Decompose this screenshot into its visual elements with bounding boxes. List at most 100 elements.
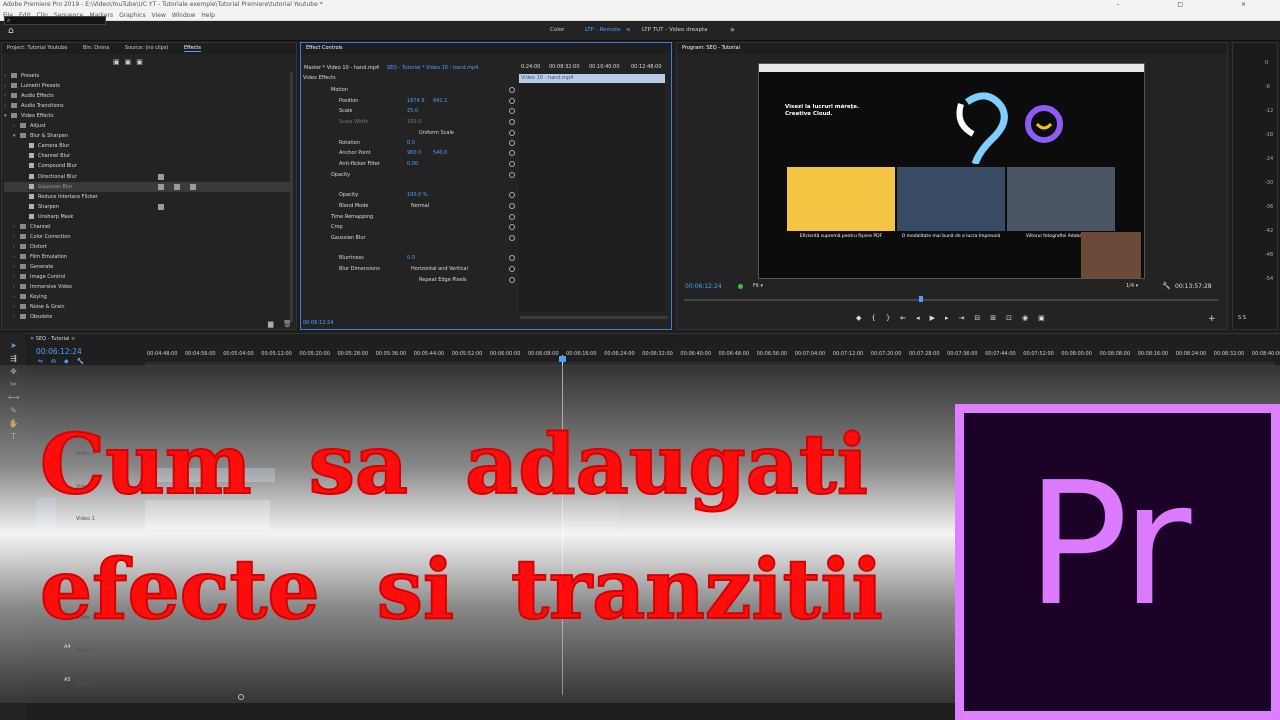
tab-effect-controls[interactable]: Effect Controls xyxy=(306,45,343,51)
effect-property-row[interactable]: Anti-flicker Filter 0.00 xyxy=(303,159,517,169)
chevron-right-icon[interactable]: › xyxy=(13,242,20,252)
reset-icon[interactable] xyxy=(509,277,515,283)
effects-folder[interactable]: › Color Correction xyxy=(4,232,290,242)
reset-icon[interactable] xyxy=(509,98,515,104)
effect-property-row[interactable]: Crop xyxy=(303,222,517,232)
program-timecode[interactable]: 00:06:12:24 xyxy=(685,283,722,290)
property-value[interactable]: Horizontal and Vertical xyxy=(411,264,468,274)
effects-folder[interactable]: › Noise & Grain xyxy=(4,302,290,312)
tab-bin[interactable]: Bin: Drona xyxy=(83,45,109,51)
property-value[interactable]: 960.0 xyxy=(407,148,421,158)
reset-icon[interactable] xyxy=(509,87,515,93)
sequence-clip-label[interactable]: SEQ - Tutorial * Video 10 - hand.mp4 xyxy=(387,65,479,71)
effects-item[interactable]: Gaussian Blur xyxy=(4,181,290,192)
effects-folder[interactable]: › Presets xyxy=(4,71,290,81)
chevron-right-icon[interactable]: › xyxy=(4,101,11,111)
effect-controls-keyframe-area[interactable] xyxy=(519,84,665,312)
effect-property-row[interactable]: Scale Width 100.0 xyxy=(303,117,517,127)
effect-controls-ruler[interactable]: 0:24:00 00:08:32:00 00:10:40:00 00:12:48… xyxy=(519,64,665,73)
workspace-ltp-tut[interactable]: LTP TUT - Video dreapta xyxy=(642,27,708,33)
effects-item[interactable]: Unsharp Mask xyxy=(4,212,290,222)
chevron-down-icon[interactable]: ▾ xyxy=(13,131,20,141)
reset-icon[interactable] xyxy=(509,172,515,178)
scrollbar-handle-left[interactable] xyxy=(238,694,244,700)
effect-property-row[interactable]: Scale 25.0 xyxy=(303,106,517,116)
meter-solo-buttons[interactable]: S S xyxy=(1238,315,1246,321)
effects-folder[interactable]: › Generate xyxy=(4,262,290,272)
effect-controls-clip-bar[interactable]: Video 10 - hand.mp4 xyxy=(519,74,665,83)
menu-view[interactable]: View xyxy=(152,12,166,19)
effects-filter-icons[interactable]: ▣▣▣ xyxy=(113,58,148,66)
property-value[interactable]: 0.0 xyxy=(407,253,415,263)
property-value[interactable]: 100.0 % xyxy=(407,190,428,200)
audio-track-id[interactable]: A5 xyxy=(64,677,71,683)
reset-icon[interactable] xyxy=(509,255,515,261)
effect-controls-scrollbar[interactable] xyxy=(520,316,668,319)
effect-property-row[interactable]: Gaussian Blur xyxy=(303,233,517,243)
wrench-icon[interactable]: 🔧 xyxy=(1162,282,1171,290)
menu-window[interactable]: Window xyxy=(172,12,196,19)
effect-property-row[interactable]: Blend Mode Normal xyxy=(303,201,517,211)
property-value[interactable]: 100.0 xyxy=(407,117,421,127)
tab-project[interactable]: Project: Tutorial Youtube xyxy=(7,45,67,51)
effects-folder[interactable]: › Keying xyxy=(4,292,290,302)
chevron-right-icon[interactable]: › xyxy=(13,262,20,272)
track-name[interactable]: Audio 4 xyxy=(76,648,95,654)
property-value[interactable]: 25.0 xyxy=(407,106,418,116)
effects-folder[interactable]: ▾ Blur & Sharpen xyxy=(4,131,290,141)
program-monitor-video[interactable]: Visezi la lucruri măreţe. Creative Cloud… xyxy=(758,63,1145,279)
workspace-menu-icon[interactable]: ≡ xyxy=(626,27,631,33)
chevron-down-icon[interactable]: ▾ xyxy=(4,111,11,121)
chevron-right-icon[interactable]: › xyxy=(13,232,20,242)
reset-icon[interactable] xyxy=(509,140,515,146)
menu-graphics[interactable]: Graphics xyxy=(119,12,146,19)
timeline-tab[interactable]: ✕ SEQ - Tutorial ≡ xyxy=(30,335,110,344)
workspace-color[interactable]: Color xyxy=(550,27,564,33)
chevron-right-icon[interactable]: › xyxy=(4,71,11,81)
chevron-right-icon[interactable]: › xyxy=(13,272,20,282)
timeline-timecode[interactable]: 00:06:12:24 xyxy=(36,347,82,356)
track-name[interactable]: Audio 5 xyxy=(76,681,95,687)
timeline-option-icons[interactable]: ⇋⋒◆🔧 xyxy=(38,358,92,365)
effects-folder[interactable]: › Lumetri Presets xyxy=(4,81,290,91)
effects-folder[interactable]: › Film Emulation xyxy=(4,252,290,262)
add-button-icon[interactable]: + xyxy=(1208,314,1216,324)
effect-property-row[interactable]: Rotation 0.0 xyxy=(303,138,517,148)
playhead-handle[interactable] xyxy=(559,356,566,362)
chevron-right-icon[interactable]: › xyxy=(4,91,11,101)
effects-folder[interactable]: › Audio Effects xyxy=(4,91,290,101)
effects-folder[interactable]: › Channel xyxy=(4,222,290,232)
effects-item[interactable]: Camera Blur xyxy=(4,141,290,151)
effect-property-row[interactable]: Blurriness 0.0 xyxy=(303,253,517,263)
effects-folder[interactable]: › Adjust xyxy=(4,121,290,131)
resolution-select[interactable]: 1/4 ▾ xyxy=(1126,283,1138,289)
chevron-right-icon[interactable]: › xyxy=(13,121,20,131)
effect-property-row[interactable]: Position 1674.9 942.2 xyxy=(303,96,517,106)
effects-item[interactable]: Directional Blur xyxy=(4,172,290,182)
audio-track-id[interactable]: A4 xyxy=(64,644,71,650)
effect-property-row[interactable]: Repeat Edge Pixels xyxy=(303,275,517,285)
tab-effects[interactable]: Effects xyxy=(183,45,201,52)
program-scrub-bar[interactable] xyxy=(684,299,1218,301)
chevron-right-icon[interactable]: › xyxy=(13,252,20,262)
effect-property-row[interactable]: Opacity xyxy=(303,170,517,180)
effects-item[interactable]: Sharpen xyxy=(4,202,290,212)
effects-item[interactable]: Reduce Interlace Flicker xyxy=(4,192,290,202)
workspaces-more-icon[interactable]: » xyxy=(730,25,735,34)
home-icon[interactable]: ⌂ xyxy=(8,27,17,36)
workspace-ltp-remote[interactable]: LTP - Remote xyxy=(585,27,621,33)
effects-item[interactable]: Compound Blur xyxy=(4,161,290,171)
property-value[interactable]: 0.00 xyxy=(407,159,418,169)
effects-folder[interactable]: › Immersive Video xyxy=(4,282,290,292)
effects-item[interactable]: Channel Blur xyxy=(4,151,290,161)
menu-help[interactable]: Help xyxy=(201,12,215,19)
track-name[interactable]: Video 1 xyxy=(76,516,95,522)
property-value[interactable]: 1674.9 xyxy=(407,96,425,106)
property-value[interactable]: Normal xyxy=(411,201,429,211)
reset-icon[interactable] xyxy=(509,235,515,241)
effects-scrollbar[interactable] xyxy=(290,72,293,322)
transport-controls[interactable]: ◆{}⇤◂▶▸⇥⊟⊞⊡◉▣ xyxy=(856,314,1055,322)
property-value[interactable]: 540.0 xyxy=(433,148,447,158)
chevron-right-icon[interactable]: › xyxy=(13,312,20,322)
effects-folder[interactable]: › Image Control xyxy=(4,272,290,282)
